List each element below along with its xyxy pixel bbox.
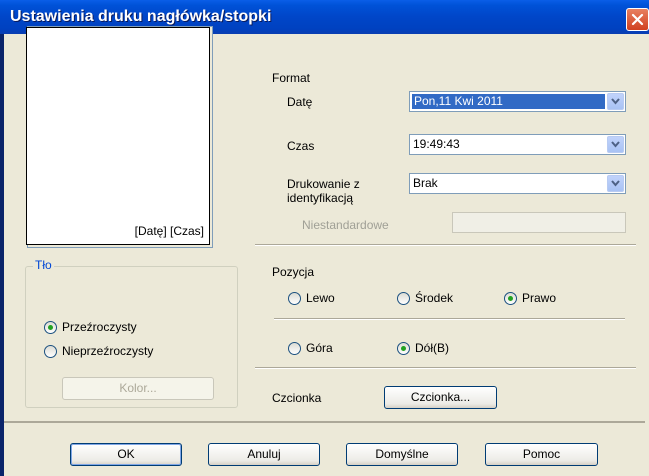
id-value: Brak	[413, 176, 438, 190]
window-title: Ustawienia druku nagłówka/stopki	[10, 8, 272, 25]
radio-bottom-label: Dół(B)	[415, 341, 450, 355]
date-label: Datę	[287, 95, 313, 109]
radio-dot	[508, 296, 513, 301]
radio-left-label: Lewo	[306, 291, 335, 305]
radio-transparent-label: Przeźroczysty	[62, 320, 137, 334]
chevron-down-icon	[611, 98, 620, 105]
date-select[interactable]: Pon,11 Kwi 2011	[409, 91, 626, 112]
format-label: Format	[272, 71, 311, 85]
radio-circle	[44, 321, 57, 334]
radio-top-label: Góra	[306, 341, 333, 355]
radio-right-label: Prawo	[522, 291, 557, 305]
background-group-label: Tło	[33, 258, 54, 272]
chevron-down-icon	[611, 141, 620, 148]
date-value: Pon,11 Kwi 2011	[412, 94, 605, 109]
radio-opaque-label: Nieprzeźroczysty	[62, 344, 154, 358]
radio-circle	[504, 292, 517, 305]
font-label: Czcionka	[272, 391, 322, 405]
default-button[interactable]: Domyślne	[346, 443, 458, 466]
close-icon	[631, 13, 644, 26]
radio-dot	[401, 346, 406, 351]
divider	[274, 318, 625, 320]
cancel-button[interactable]: Anuluj	[208, 443, 320, 466]
position-label: Pozycja	[272, 265, 315, 279]
time-value: 19:49:43	[413, 137, 460, 151]
radio-circle	[288, 342, 301, 355]
radio-circle	[397, 292, 410, 305]
preview-page: [Datę] [Czas]	[26, 27, 210, 245]
dropdown-button[interactable]	[607, 175, 624, 192]
custom-input[interactable]	[452, 212, 626, 233]
dropdown-button[interactable]	[607, 93, 624, 110]
id-select[interactable]: Brak	[409, 173, 626, 194]
divider	[255, 244, 636, 246]
dialog-separator	[4, 421, 645, 423]
ok-button[interactable]: OK	[70, 443, 182, 466]
divider	[255, 367, 636, 369]
help-button[interactable]: Pomoc	[485, 443, 598, 466]
radio-center-label: Środek	[415, 291, 454, 305]
id-label-line1: Drukowanie z	[287, 177, 360, 191]
id-label-line2: identyfikacją	[287, 191, 354, 205]
radio-circle	[397, 342, 410, 355]
custom-label: Niestandardowe	[302, 218, 389, 232]
preview-text: [Datę] [Czas]	[134, 224, 204, 238]
color-button[interactable]: Kolor...	[62, 377, 214, 400]
radio-circle	[288, 292, 301, 305]
dropdown-button[interactable]	[607, 136, 624, 153]
time-select[interactable]: 19:49:43	[409, 134, 626, 155]
radio-circle	[44, 345, 57, 358]
close-button[interactable]	[626, 8, 649, 31]
time-label: Czas	[287, 139, 315, 153]
chevron-down-icon	[611, 180, 620, 187]
radio-dot	[48, 325, 53, 330]
font-button[interactable]: Czcionka...	[384, 386, 497, 409]
